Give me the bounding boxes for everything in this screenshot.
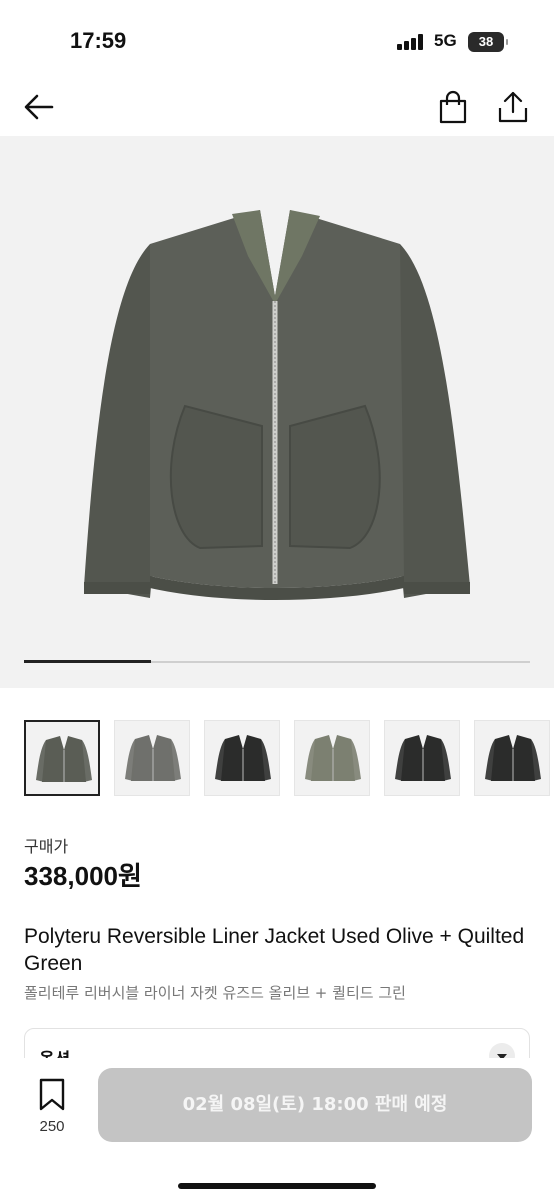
wishlist-button[interactable]: 250: [30, 1078, 74, 1135]
thumb-black-quilted[interactable]: [384, 720, 460, 796]
product-title-ko: 폴리테루 리버시블 라이너 자켓 유즈드 올리브 + 퀼티드 그린: [24, 984, 406, 1002]
sale-scheduled-button[interactable]: 02월 08일(토) 18:00 판매 예정: [98, 1068, 532, 1142]
thumb-grey[interactable]: [114, 720, 190, 796]
signal-icon: [397, 34, 427, 50]
price: 338,000원: [24, 861, 142, 891]
thumb-black-quilted-2[interactable]: [474, 720, 550, 796]
jacket-thumbnail: [305, 735, 361, 781]
shopping-bag-icon[interactable]: [436, 90, 470, 124]
network-type: 5G: [434, 31, 457, 50]
price-label: 구매가: [24, 837, 69, 856]
arrow-left-icon[interactable]: [22, 90, 56, 124]
top-nav: [0, 80, 554, 136]
jacket-thumbnail: [215, 735, 271, 781]
jacket-image: [84, 210, 470, 600]
thumbnail-strip: [24, 720, 554, 798]
thumb-black[interactable]: [204, 720, 280, 796]
bookmark-icon: [39, 1078, 65, 1111]
gallery-progress-fill: [24, 660, 151, 663]
product-title-en: Polyteru Reversible Liner Jacket Used Ol…: [24, 925, 525, 975]
gallery-progress: [24, 660, 530, 663]
battery-icon: 38: [468, 32, 508, 52]
jacket-thumbnail: [36, 736, 92, 782]
product-image-carousel[interactable]: [0, 136, 554, 688]
bottom-action-bar: 250 02월 08일(토) 18:00 판매 예정: [0, 1058, 554, 1200]
thumb-olive-quilted[interactable]: [294, 720, 370, 796]
jacket-thumbnail: [485, 735, 541, 781]
status-time: 17:59: [70, 28, 127, 53]
share-icon[interactable]: [496, 90, 530, 124]
wishlist-count: 250: [39, 1118, 65, 1135]
status-bar: 17:59 5G 38: [0, 0, 554, 80]
jacket-thumbnail: [395, 735, 451, 781]
home-indicator: [178, 1183, 376, 1189]
jacket-thumbnail: [125, 735, 181, 781]
thumb-used-olive[interactable]: [24, 720, 100, 796]
